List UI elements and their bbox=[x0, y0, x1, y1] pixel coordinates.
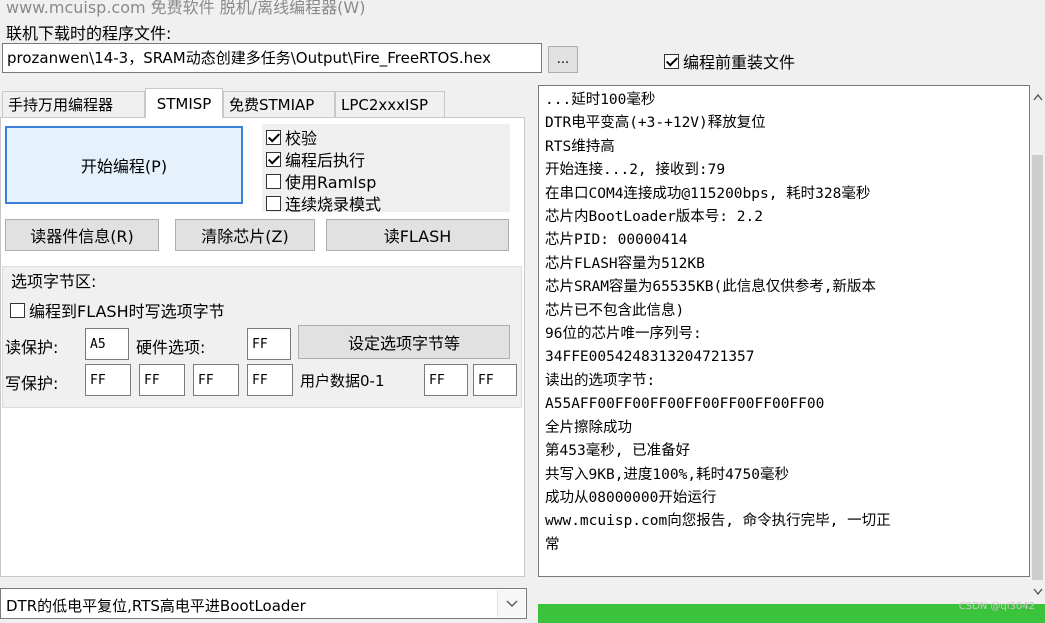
log-line: 共写入9KB,进度100%,耗时4750毫秒 bbox=[545, 466, 789, 483]
tab-label: LPC2xxxISP bbox=[341, 95, 429, 114]
chevron-down-icon[interactable] bbox=[497, 590, 525, 617]
log-line: 开始连接...2, 接收到:79 bbox=[545, 162, 726, 179]
tab-lpc2xxxisp[interactable]: LPC2xxxISP bbox=[335, 91, 445, 117]
scrollbar-thumb[interactable] bbox=[1032, 155, 1043, 580]
run-after-program-checkbox[interactable]: 编程后执行 bbox=[266, 147, 365, 171]
log-line: 常 bbox=[545, 536, 560, 553]
option-bytes-title: 选项字节区: bbox=[11, 272, 97, 291]
log-line: RTS维持高 bbox=[545, 138, 615, 155]
continuous-burn-checkbox[interactable]: 连续烧录模式 bbox=[266, 191, 381, 215]
reload-checkbox[interactable]: 编程前重装文件 bbox=[664, 49, 795, 73]
hardware-option-label: 硬件选项: bbox=[136, 338, 206, 357]
log-line: ...延时100毫秒 bbox=[545, 92, 656, 108]
log-line: DTR电平变高(+3-+12V)释放复位 bbox=[545, 115, 766, 132]
tab-label: STMISP bbox=[156, 94, 212, 113]
tab-label: 免费STMIAP bbox=[229, 96, 315, 114]
ramisp-check-icon bbox=[266, 173, 281, 189]
reload-label: 编程前重装文件 bbox=[683, 53, 796, 72]
reset-mode-select[interactable]: DTR的低电平复位,RTS高电平进BootLoader bbox=[0, 588, 527, 619]
scroll-up-icon[interactable] bbox=[1031, 90, 1044, 104]
log-line: 芯片FLASH容量为512KB bbox=[545, 255, 705, 272]
log-line: 芯片内BootLoader版本号: 2.2 bbox=[545, 209, 763, 226]
write-protect-input-1[interactable]: FF bbox=[139, 364, 185, 396]
write-option-bytes-checkbox[interactable]: 编程到FLASH时写选项字节 bbox=[10, 298, 225, 322]
log-line: 成功从08000000开始运行 bbox=[545, 489, 717, 506]
window-title: www.mcuisp.com 免费软件 脱机/离线编程器(W) bbox=[6, 0, 366, 17]
set-option-bytes-button[interactable]: 设定选项字节等 bbox=[298, 325, 510, 359]
continuous-check-icon bbox=[266, 195, 281, 211]
continuous-label: 连续烧录模式 bbox=[285, 195, 382, 214]
file-path-input[interactable]: prozanwen\14-3，SRAM动态创建多任务\Output\Fire_F… bbox=[2, 43, 542, 73]
tab-handheld-programmer[interactable]: 手持万用编程器 bbox=[2, 91, 145, 117]
verify-check-icon bbox=[266, 129, 281, 145]
verify-checkbox[interactable]: 校验 bbox=[266, 125, 317, 149]
log-line: 96位的芯片唯一序列号: bbox=[545, 326, 702, 343]
log-line: 读出的选项字节: bbox=[545, 372, 656, 389]
log-lines: ...延时100毫秒 DTR电平变高(+3-+12V)释放复位 RTS维持高开始连接… bbox=[539, 86, 1029, 557]
read-flash-button[interactable]: 读FLASH bbox=[326, 219, 509, 251]
file-label: 联机下载时的程序文件: bbox=[6, 24, 172, 43]
ramisp-checkbox[interactable]: 使用RamIsp bbox=[266, 169, 376, 193]
log-line: 在串口COM4连接成功@115200bps, 耗时328毫秒 bbox=[545, 185, 871, 202]
log-line: 芯片PID: 00000414 bbox=[545, 232, 688, 249]
log-line: 第453毫秒, 已准备好 bbox=[545, 443, 691, 460]
write-option-label: 编程到FLASH时写选项字节 bbox=[29, 302, 225, 321]
log-line: 芯片SRAM容量为65535KB(此信息仅供参考,新版本 bbox=[545, 279, 876, 296]
log-line: 芯片已不包含此信息) bbox=[545, 302, 685, 319]
browse-button[interactable]: ... bbox=[548, 46, 578, 73]
file-path-text: prozanwen\14-3，SRAM动态创建多任务\Output\Fire_F… bbox=[7, 49, 491, 67]
log-output[interactable]: ...延时100毫秒 DTR电平变高(+3-+12V)释放复位 RTS维持高开始连接… bbox=[538, 85, 1030, 577]
read-protect-input[interactable]: A5 bbox=[85, 328, 129, 360]
reset-mode-value: DTR的低电平复位,RTS高电平进BootLoader bbox=[6, 597, 306, 615]
write-protect-input-3[interactable]: FF bbox=[247, 364, 293, 396]
log-line: 全片擦除成功 bbox=[545, 419, 632, 436]
write-protect-label: 写保护: bbox=[5, 374, 59, 393]
tab-stmiap[interactable]: 免费STMIAP bbox=[223, 91, 335, 117]
write-option-check-icon bbox=[10, 302, 25, 318]
scroll-down-icon[interactable] bbox=[1031, 584, 1044, 598]
verify-label: 校验 bbox=[285, 129, 318, 148]
reload-check-icon bbox=[664, 53, 679, 69]
read-device-info-button[interactable]: 读器件信息(R) bbox=[5, 219, 159, 251]
log-line: A55AFF00FF00FF00FF00FF00FF00FF00 bbox=[545, 396, 825, 413]
user-data-label: 用户数据0-1 bbox=[300, 372, 385, 390]
user-data-input-1[interactable]: FF bbox=[473, 364, 517, 396]
log-line: 34FFE0054248313204721357 bbox=[545, 349, 755, 366]
log-line: www.mcuisp.com向您报告, 命令执行完毕, 一切正 bbox=[545, 513, 891, 530]
start-program-button[interactable]: 开始编程(P) bbox=[5, 126, 243, 204]
read-protect-label: 读保护: bbox=[5, 338, 59, 357]
write-protect-input-0[interactable]: FF bbox=[85, 364, 131, 396]
user-data-input-0[interactable]: FF bbox=[424, 364, 468, 396]
run-after-check-icon bbox=[266, 151, 281, 167]
watermark: CSDN @qi3042 bbox=[958, 601, 1035, 612]
tab-label: 手持万用编程器 bbox=[8, 96, 114, 114]
ramisp-label: 使用RamIsp bbox=[285, 173, 377, 192]
erase-chip-button[interactable]: 清除芯片(Z) bbox=[175, 219, 315, 251]
tab-stmisp[interactable]: STMISP bbox=[145, 88, 223, 118]
hardware-option-input[interactable]: FF bbox=[247, 328, 291, 360]
run-after-label: 编程后执行 bbox=[285, 151, 366, 170]
write-protect-input-2[interactable]: FF bbox=[193, 364, 239, 396]
